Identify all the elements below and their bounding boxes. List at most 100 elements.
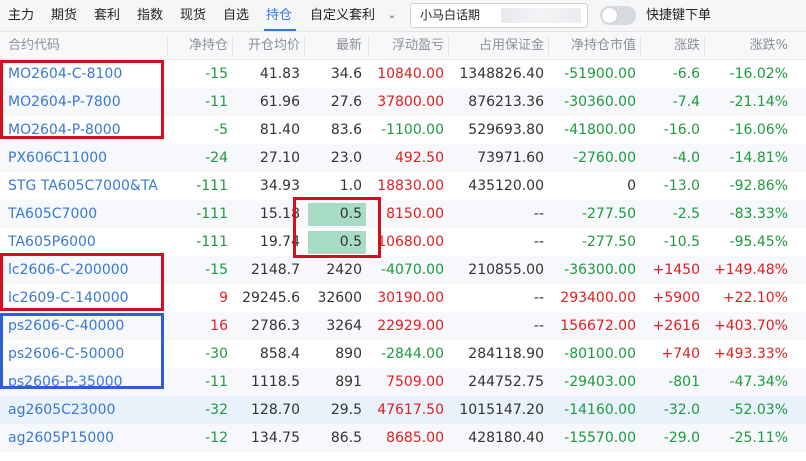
shortcut-order-toggle[interactable] xyxy=(600,6,636,25)
toolbar: 主力 期货 套利 指数 现货 自选 持仓 自定义套利 ⌄ 小马白话期 快捷键下单 xyxy=(0,0,806,32)
tab-index[interactable]: 指数 xyxy=(137,0,163,32)
tab-futures[interactable]: 期货 xyxy=(51,0,77,32)
change-cell: +1450 xyxy=(652,262,700,278)
margin-cell: 428180.40 xyxy=(468,430,544,446)
tab-positions[interactable]: 持仓 xyxy=(266,0,292,32)
change-cell: -801 xyxy=(668,374,700,390)
active-tab-indicator xyxy=(264,29,296,31)
margin-cell: -- xyxy=(533,234,544,250)
col-market-value[interactable]: 净持仓市值 xyxy=(548,32,636,60)
contract-name-cell[interactable]: MO2604-P-7800 xyxy=(8,88,166,116)
table-row[interactable]: ps2606-P-35000 -11 1118.5 891 7509.00 244752.… xyxy=(0,368,806,396)
tab-watchlist[interactable]: 自选 xyxy=(223,0,249,32)
change-pct-cell: -14.81% xyxy=(729,150,788,166)
open-avg-cell: 15.18 xyxy=(259,206,300,222)
change-cell: -6.6 xyxy=(672,66,700,82)
table-row[interactable]: ag2605C23000 -32 128.70 29.5 47617.50 1015147… xyxy=(0,396,806,424)
open-avg-cell: 41.83 xyxy=(259,66,300,82)
table-row[interactable]: MO2604-C-8100 -15 41.83 34.6 10840.00 1348826… xyxy=(0,60,806,88)
col-contract[interactable]: 合约代码 xyxy=(8,32,60,60)
contract-name-cell[interactable]: ag2605P15000 xyxy=(8,424,166,452)
last-price-cell: 23.0 xyxy=(330,150,362,166)
table-row[interactable]: MO2604-P-7800 -11 61.96 27.6 37800.00 876213.… xyxy=(0,88,806,116)
account-selector[interactable]: 小马白话期 xyxy=(410,3,588,28)
contract-name-cell[interactable]: MO2604-P-8000 xyxy=(8,116,166,144)
margin-cell: 284118.90 xyxy=(468,346,544,362)
table-row[interactable]: ag2605P15000 -12 134.75 86.5 8685.00 428180.4… xyxy=(0,424,806,452)
table-row[interactable]: TA605P6000 -111 19.74 0.5 10680.00 -- -277.50 -… xyxy=(0,228,806,256)
table-row[interactable]: TA605C7000 -111 15.18 0.5 8150.00 -- -277.50 -2… xyxy=(0,200,806,228)
contract-name-cell[interactable]: MO2604-C-8100 xyxy=(8,60,166,88)
open-avg-cell: 27.10 xyxy=(259,150,300,166)
change-cell: -7.4 xyxy=(672,94,700,110)
contract-name-cell[interactable]: TA605C7000 xyxy=(8,200,166,228)
column-divider[interactable] xyxy=(167,37,168,55)
contract-name-cell[interactable]: lc2609-C-140000 xyxy=(8,284,166,312)
float-pnl-cell: 8685.00 xyxy=(386,430,444,446)
float-pnl-cell: 10680.00 xyxy=(377,234,444,250)
change-pct-cell: -47.34% xyxy=(729,374,788,390)
table-row[interactable]: ps2606-C-40000 16 2786.3 3264 22929.00 -- 1566… xyxy=(0,312,806,340)
tab-spot[interactable]: 现货 xyxy=(180,0,206,32)
col-last[interactable]: 最新 xyxy=(304,32,362,60)
net-position-cell: 16 xyxy=(210,318,228,334)
table-row[interactable]: lc2606-C-200000 -15 2148.7 2420 -4070.00 2108… xyxy=(0,256,806,284)
change-cell: +740 xyxy=(661,346,700,362)
open-avg-cell: 858.4 xyxy=(259,346,300,362)
float-pnl-cell: -2844.00 xyxy=(381,346,444,362)
change-pct-cell: +493.33% xyxy=(713,346,788,362)
tab-custom-arbitrage[interactable]: 自定义套利 xyxy=(310,0,375,32)
float-pnl-cell: 37800.00 xyxy=(377,94,444,110)
contract-name-cell[interactable]: lc2606-C-200000 xyxy=(8,256,166,284)
open-avg-cell: 34.93 xyxy=(259,178,300,194)
change-cell: -10.5 xyxy=(663,234,700,250)
market-value-cell: 0 xyxy=(627,178,636,194)
open-avg-cell: 2148.7 xyxy=(251,262,300,278)
table-row[interactable]: MO2604-P-8000 -5 81.40 83.6 -1100.00 529693.8… xyxy=(0,116,806,144)
col-margin[interactable]: 占用保证金 xyxy=(448,32,544,60)
contract-name-cell[interactable]: TA605P6000 xyxy=(8,228,166,256)
col-change-pct[interactable]: 涨跌% xyxy=(704,32,788,60)
change-cell: -4.0 xyxy=(672,150,700,166)
table-row[interactable]: PX606C11000 -24 27.10 23.0 492.50 73971.60 -27… xyxy=(0,144,806,172)
table-row[interactable]: STG TA605C7000&TA -111 34.93 1.0 18830.00 435… xyxy=(0,172,806,200)
change-pct-cell: -25.11% xyxy=(729,430,788,446)
change-pct-cell: +22.10% xyxy=(722,290,788,306)
tab-main[interactable]: 主力 xyxy=(8,0,34,32)
change-pct-cell: -21.14% xyxy=(729,94,788,110)
net-position-cell: -11 xyxy=(205,94,228,110)
contract-name-cell[interactable]: ps2606-P-35000 xyxy=(8,368,166,396)
net-position-cell: -32 xyxy=(205,402,228,418)
col-net-position[interactable]: 净持仓 xyxy=(170,32,228,60)
market-value-cell: -41800.00 xyxy=(564,122,636,138)
margin-cell: 435120.00 xyxy=(468,178,544,194)
change-cell: +5900 xyxy=(652,290,700,306)
contract-name-cell[interactable]: PX606C11000 xyxy=(8,144,166,172)
tab-arbitrage[interactable]: 套利 xyxy=(94,0,120,32)
last-price-cell: 86.5 xyxy=(330,430,362,446)
market-value-cell: -29403.00 xyxy=(564,374,636,390)
float-pnl-cell: 10840.00 xyxy=(377,66,444,82)
open-avg-cell: 128.70 xyxy=(251,402,300,418)
col-float-pnl[interactable]: 浮动盈亏 xyxy=(368,32,444,60)
change-pct-cell: +149.48% xyxy=(713,262,788,278)
market-value-cell: 156672.00 xyxy=(560,318,636,334)
table-header: 合约代码 净持仓 开仓均价 最新 浮动盈亏 占用保证金 净持仓市值 涨跌 涨跌% xyxy=(0,32,806,60)
float-pnl-cell: -1100.00 xyxy=(381,122,444,138)
open-avg-cell: 2786.3 xyxy=(251,318,300,334)
contract-name-cell[interactable]: ps2606-C-40000 xyxy=(8,312,166,340)
chevron-down-icon[interactable]: ⌄ xyxy=(383,6,401,24)
col-change[interactable]: 涨跌 xyxy=(640,32,700,60)
contract-name-cell[interactable]: ps2606-C-50000 xyxy=(8,340,166,368)
contract-name-cell[interactable]: ag2605C23000 xyxy=(8,396,166,424)
last-price-cell: 1.0 xyxy=(339,178,362,194)
col-open-avg[interactable]: 开仓均价 xyxy=(232,32,300,60)
float-pnl-cell: 492.50 xyxy=(395,150,444,166)
change-pct-cell: -16.02% xyxy=(729,66,788,82)
table-row[interactable]: ps2606-C-50000 -30 858.4 890 -2844.00 284118.… xyxy=(0,340,806,368)
change-pct-cell: -95.45% xyxy=(729,234,788,250)
float-pnl-cell: 18830.00 xyxy=(377,178,444,194)
table-row[interactable]: lc2609-C-140000 9 29245.6 32600 30190.00 -- 29… xyxy=(0,284,806,312)
contract-name-cell[interactable]: STG TA605C7000&TA xyxy=(8,172,166,200)
float-pnl-cell: -4070.00 xyxy=(381,262,444,278)
